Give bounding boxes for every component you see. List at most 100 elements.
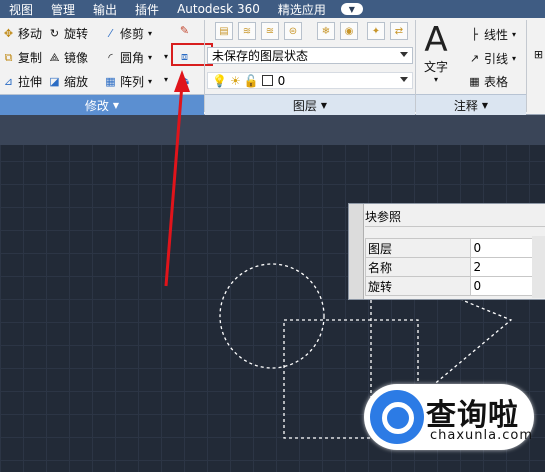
move-button[interactable]: ✥ 移动	[2, 25, 42, 42]
modify-panel-label: 修改	[84, 98, 109, 113]
stretch-button[interactable]: ⊿ 拉伸	[2, 73, 42, 90]
cloud-dropdown-icon[interactable]: ▼	[340, 3, 363, 15]
menu-output[interactable]: 输出	[84, 1, 126, 18]
table-label: 表格	[484, 75, 509, 89]
chevron-down-icon: ▾	[512, 30, 517, 39]
property-key: 旋转	[364, 276, 472, 296]
mirror-label: 镜像	[64, 51, 89, 65]
trim-dropdown-icon[interactable]: ▾	[148, 29, 152, 38]
array-dropdown-icon[interactable]: ▾	[148, 77, 152, 86]
layer-isolate-icon[interactable]: ⊜	[284, 22, 302, 40]
copy-button[interactable]: ⧉ 复制	[2, 49, 42, 66]
panel-divider	[526, 20, 527, 112]
menu-bar: 视图 管理 输出 插件 Autodesk 360 精选应用 ▼	[0, 0, 545, 18]
ribbon: ✥ 移动 ↻ 旋转 ⁄ 修剪 ▾ ⧉ 复制 ⟁ 镜像 ◜ 圆角 ▾ ⊿ 拉伸 ◪ 缩放 ▦ 阵列 ▾ ✎…	[0, 18, 545, 115]
layer-lock-icon[interactable]: ✦	[367, 22, 385, 40]
trim-icon: ⁄	[109, 27, 112, 40]
table-row: 图层 0	[364, 238, 545, 258]
leader-icon: ↗	[469, 52, 480, 65]
sun-icon: ☀	[229, 73, 241, 88]
linear-button[interactable]: ├ 线性 ▾	[468, 26, 516, 43]
modify-panel-title[interactable]: 修改 ▼	[0, 94, 204, 115]
chevron-down-icon	[400, 52, 408, 57]
brush-icon: ✎	[179, 24, 190, 37]
table-row: 名称 2	[364, 257, 545, 277]
palette-scrollbar[interactable]	[532, 236, 545, 298]
chevron-down-icon: ▾	[164, 75, 169, 84]
chevron-down-icon: ▾	[164, 52, 169, 61]
move-label: 移动	[18, 27, 43, 41]
text-label: 文字	[424, 60, 449, 74]
explode-button[interactable]: ⏏	[178, 74, 194, 87]
palette-title: 块参照	[365, 210, 402, 224]
array-label: 阵列	[120, 75, 145, 89]
layer-previous-icon[interactable]: ≊	[261, 22, 279, 40]
annotation-panel-title[interactable]: 注释 ▼	[416, 94, 526, 115]
file-tab-bar	[0, 115, 545, 145]
annotation-panel-label: 注释	[453, 98, 478, 113]
search-logo-icon	[370, 390, 424, 444]
linear-label: 线性	[484, 28, 509, 42]
scale-icon: ◪	[49, 75, 60, 88]
watermark-url: chaxunla.com	[430, 428, 533, 443]
table-row: 旋转 0	[364, 276, 545, 296]
block-edit-dropdown[interactable]: ▾	[164, 52, 168, 61]
layer-freeze-icon[interactable]: ❄	[317, 22, 335, 40]
watermark: 查询啦 chaxunla.com	[364, 384, 534, 450]
mirror-button[interactable]: ⟁ 镜像	[48, 49, 88, 66]
menu-autodesk360[interactable]: Autodesk 360	[168, 2, 269, 16]
menu-plugins[interactable]: 插件	[126, 1, 168, 18]
layer-dropdown[interactable]: 💡 ☀ 🔓 0	[207, 72, 413, 89]
color-swatch	[261, 75, 273, 86]
property-key: 名称	[364, 257, 472, 277]
table-button[interactable]: ▦ 表格	[468, 73, 508, 90]
explode-dropdown[interactable]: ▾	[164, 75, 168, 84]
layer-state-dropdown[interactable]: 未保存的图层状态	[207, 47, 413, 64]
text-button[interactable]: A 文字 ▾	[424, 22, 448, 84]
trim-label: 修剪	[120, 27, 145, 41]
stretch-icon: ⊿	[3, 75, 14, 88]
rotate-label: 旋转	[64, 27, 89, 41]
scale-button[interactable]: ◪ 缩放	[48, 73, 88, 90]
layer-match-icon[interactable]: ≋	[238, 22, 256, 40]
block-reference-palette[interactable]: 块参照 图层 0 名称 2 旋转 0	[348, 203, 545, 300]
menu-manage[interactable]: 管理	[42, 1, 84, 18]
insert-icon: ⊞	[533, 48, 544, 61]
chevron-down-icon: ▼	[112, 100, 120, 110]
chevron-down-icon: ▼	[481, 100, 489, 110]
layer-properties-icon[interactable]: ▤	[215, 22, 233, 40]
chevron-down-icon: ▾	[512, 54, 517, 63]
rotate-button[interactable]: ↻ 旋转	[48, 25, 88, 42]
chevron-down-icon	[400, 77, 408, 82]
chevron-down-icon: ▾	[434, 75, 439, 84]
menu-view[interactable]: 视图	[0, 1, 42, 18]
menu-featured-apps[interactable]: 精选应用	[269, 1, 335, 18]
erase-button[interactable]: ✎	[178, 24, 194, 37]
layer-state-value: 未保存的图层状态	[212, 49, 309, 63]
palette-grip[interactable]	[349, 204, 364, 299]
property-key: 图层	[364, 238, 472, 258]
fillet-dropdown-icon[interactable]: ▾	[148, 53, 152, 62]
linear-dimension-icon: ├	[471, 28, 478, 41]
stretch-label: 拉伸	[18, 75, 43, 89]
layer-walk-icon[interactable]: ⇄	[390, 22, 408, 40]
trim-button[interactable]: ⁄ 修剪 ▾	[104, 25, 152, 42]
fillet-label: 圆角	[120, 51, 145, 65]
insert-button[interactable]: ⊞	[532, 48, 545, 61]
fillet-button[interactable]: ◜ 圆角 ▾	[104, 49, 152, 66]
array-button[interactable]: ▦ 阵列 ▾	[104, 73, 152, 90]
table-icon: ▦	[469, 75, 480, 88]
copy-icon: ⧉	[4, 51, 13, 64]
unlock-icon: 🔓	[243, 73, 259, 88]
move-icon: ✥	[3, 27, 14, 40]
layer-off-icon[interactable]: ◉	[340, 22, 358, 40]
leader-button[interactable]: ↗ 引线 ▾	[468, 50, 516, 67]
copy-label: 复制	[18, 51, 43, 65]
array-icon: ▦	[105, 75, 116, 88]
palette-table: 图层 0 名称 2 旋转 0	[364, 238, 545, 296]
chevron-down-icon: ▼	[320, 100, 328, 110]
layer-name: 0	[277, 73, 286, 88]
mirror-icon: ⟁	[49, 51, 60, 64]
layers-panel-title[interactable]: 图层 ▼	[205, 94, 415, 115]
fillet-icon: ◜	[108, 51, 113, 64]
